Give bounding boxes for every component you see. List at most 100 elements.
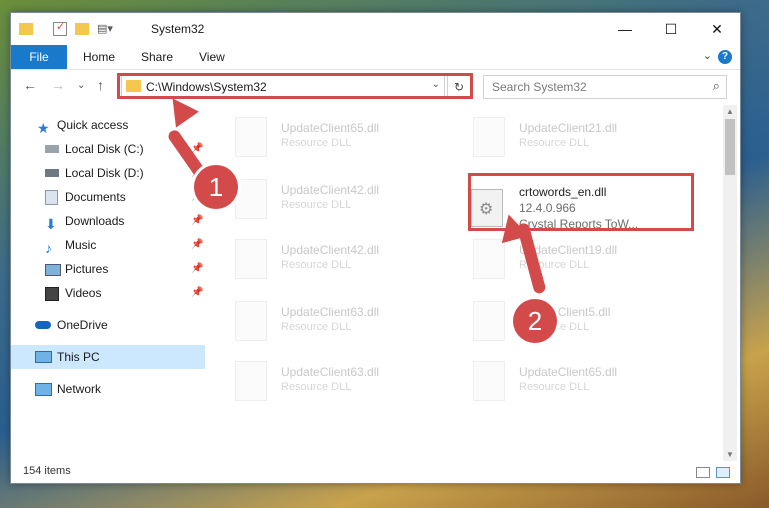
pictures-icon — [45, 264, 61, 276]
dll-file-icon — [235, 301, 267, 341]
tab-share[interactable]: Share — [129, 45, 185, 69]
dll-file-icon — [473, 239, 505, 279]
file-name: UpdateClient21.dll — [519, 121, 618, 135]
file-type: Resource DLL — [281, 137, 352, 149]
forward-arrow-icon[interactable]: → — [51, 77, 65, 93]
cloud-icon — [35, 321, 51, 329]
dll-file-icon — [235, 179, 267, 219]
scroll-up-icon[interactable]: ▲ — [726, 107, 734, 116]
dll-file-icon — [473, 117, 505, 157]
dll-file-icon — [473, 361, 505, 401]
minimize-button[interactable]: — — [602, 13, 648, 45]
file-name: UpdateClient42.dll — [281, 183, 380, 197]
sidebar-item-music[interactable]: ♪ Music 📌 — [11, 233, 205, 257]
list-item[interactable]: UpdateClient65.dll Resource DLL — [473, 359, 693, 407]
properties-icon[interactable]: ✓ — [53, 21, 67, 36]
sidebar-item-onedrive[interactable]: OneDrive — [11, 313, 205, 337]
sidebar-item-local-disk-d[interactable]: Local Disk (D:) 📌 — [11, 161, 205, 185]
sidebar-item-network[interactable]: Network — [11, 377, 205, 401]
folder-icon — [19, 23, 33, 35]
search-icon[interactable]: ⌕ — [713, 78, 720, 94]
new-folder-icon[interactable] — [75, 23, 89, 35]
file-type: Resource DLL — [281, 199, 352, 211]
vertical-scrollbar[interactable]: ▲ ▼ — [723, 105, 737, 461]
videos-icon — [45, 287, 59, 301]
list-item[interactable]: UpdateClient5.dll Resource DLL — [473, 299, 693, 347]
sidebar-item-label: Downloads — [65, 214, 125, 228]
details-view-icon[interactable] — [696, 467, 710, 478]
file-type: Resource DLL — [281, 321, 352, 333]
ribbon: File Home Share View ⌄ ? — [11, 45, 740, 70]
sidebar-item-pictures[interactable]: Pictures 📌 — [11, 257, 205, 281]
status-bar: 154 items — [11, 461, 740, 483]
pin-icon[interactable]: 📌 — [191, 209, 203, 233]
navigation-pane: ★ Quick access Local Disk (C:) 📌 Local D… — [11, 109, 205, 459]
drive-icon — [45, 145, 59, 153]
drive-icon — [45, 169, 59, 177]
sidebar-item-label: This PC — [57, 350, 100, 364]
sidebar-item-label: Local Disk (D:) — [65, 166, 144, 180]
search-box[interactable]: Search System32 ⌕ — [483, 75, 727, 99]
sidebar-item-label: Pictures — [65, 262, 109, 276]
dll-file-icon — [235, 361, 267, 401]
pin-icon[interactable]: 📌 — [191, 281, 203, 305]
music-icon: ♪ — [45, 240, 52, 256]
pin-icon[interactable]: 📌 — [191, 233, 203, 257]
step-badge-2: 2 — [513, 299, 557, 343]
step-badge-1: 1 — [194, 165, 238, 209]
list-item[interactable]: UpdateClient42.dll Resource DLL — [235, 177, 455, 225]
documents-icon — [45, 190, 58, 205]
dll-file-icon — [235, 117, 267, 157]
recent-locations-icon[interactable]: ⌄ — [77, 80, 85, 91]
window-title: System32 — [151, 22, 205, 36]
download-icon: ⬇ — [45, 216, 57, 232]
file-name: UpdateClient65.dll — [281, 121, 380, 135]
item-count: 154 items — [23, 465, 71, 477]
sidebar-item-label: Videos — [65, 286, 102, 300]
tab-view[interactable]: View — [187, 45, 237, 69]
list-item[interactable]: UpdateClient63.dll Resource DLL — [235, 299, 455, 347]
customize-toolbar-icon[interactable]: ▤▾ — [97, 22, 113, 38]
file-type: Resource DLL — [519, 137, 590, 149]
file-type: Resource DLL — [519, 381, 590, 393]
list-item[interactable]: UpdateClient63.dll Resource DLL — [235, 359, 455, 407]
sidebar-item-label: Music — [65, 238, 97, 252]
close-button[interactable]: ✕ — [694, 13, 740, 45]
file-name: UpdateClient63.dll — [281, 365, 380, 379]
sidebar-item-label: Documents — [65, 190, 126, 204]
sidebar-item-this-pc[interactable]: This PC — [11, 345, 205, 369]
network-icon — [35, 383, 52, 396]
sidebar-item-documents[interactable]: Documents 📌 — [11, 185, 205, 209]
sidebar-item-videos[interactable]: Videos 📌 — [11, 281, 205, 305]
scroll-thumb[interactable] — [725, 119, 735, 175]
file-name: UpdateClient63.dll — [281, 305, 380, 319]
file-type: Resource DLL — [281, 259, 352, 271]
pin-icon[interactable]: 📌 — [191, 257, 203, 281]
sidebar-item-label: Quick access — [57, 118, 129, 132]
tab-file[interactable]: File — [11, 45, 67, 69]
file-list: UpdateClient65.dll Resource DLL UpdateCl… — [211, 105, 723, 455]
list-item[interactable]: UpdateClient65.dll Resource DLL — [235, 115, 455, 163]
file-name: UpdateClient65.dll — [519, 365, 618, 379]
back-arrow-icon[interactable]: ← — [23, 77, 37, 93]
up-arrow-icon[interactable]: ↑ — [97, 77, 104, 93]
sidebar-item-label: OneDrive — [57, 318, 108, 332]
sidebar-item-downloads[interactable]: ⬇ Downloads 📌 — [11, 209, 205, 233]
help-button[interactable]: ? — [718, 50, 732, 64]
list-item[interactable]: UpdateClient42.dll Resource DLL — [235, 237, 455, 285]
computer-icon — [35, 351, 52, 363]
list-item[interactable]: UpdateClient21.dll Resource DLL — [473, 115, 693, 163]
maximize-button[interactable]: ☐ — [648, 13, 694, 45]
explorer-window: ✓ ▤▾ System32 — ☐ ✕ File Home Share View… — [10, 12, 741, 484]
scroll-down-icon[interactable]: ▼ — [726, 450, 734, 459]
search-input[interactable]: Search System32 — [492, 80, 587, 94]
large-icons-view-icon[interactable] — [716, 467, 730, 478]
tab-home[interactable]: Home — [71, 45, 127, 69]
star-icon: ★ — [37, 120, 50, 136]
dll-file-icon — [473, 301, 505, 341]
sidebar-item-label: Network — [57, 382, 102, 396]
expand-ribbon-icon[interactable]: ⌄ — [703, 49, 712, 62]
dll-file-icon — [235, 239, 267, 279]
list-item[interactable]: UpdateClient19.dll Resource DLL — [473, 237, 693, 285]
file-type: Resource DLL — [281, 381, 352, 393]
